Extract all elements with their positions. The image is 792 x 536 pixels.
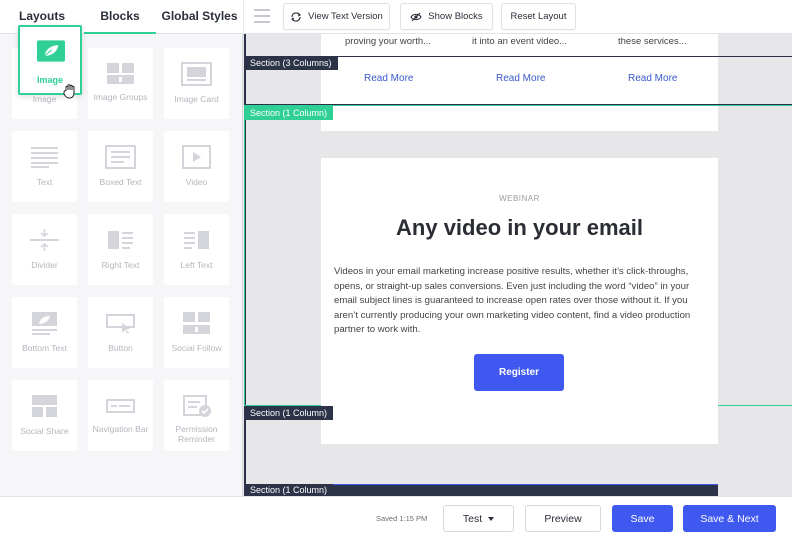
save-and-next-button[interactable]: Save & Next [683, 505, 776, 532]
block-divider[interactable]: Divider [12, 214, 77, 285]
view-text-version-button[interactable]: View Text Version [283, 3, 390, 30]
refresh-icon [291, 11, 302, 22]
read-more-link-1[interactable]: Read More [364, 73, 413, 84]
email-canvas: proving your worth... it into an event v… [244, 34, 792, 496]
show-blocks-button[interactable]: Show Blocks [400, 3, 493, 30]
block-permission-reminder[interactable]: Permission Reminder [164, 380, 229, 451]
block-navigation-bar[interactable]: Navigation Bar [88, 380, 153, 451]
preview-button[interactable]: Preview [525, 505, 601, 532]
navigation-bar-icon [105, 394, 136, 418]
block-image-card[interactable]: Image Card [164, 48, 229, 119]
read-more-link-2[interactable]: Read More [496, 73, 545, 84]
save-button[interactable]: Save [612, 505, 673, 532]
section-label-one-column-bottom[interactable]: Section (1 Column) [244, 406, 334, 420]
bottom-action-bar: Saved 1:15 PM Test Preview Save Save & N… [0, 496, 792, 536]
column-1-text: proving your worth... [345, 36, 432, 47]
block-text[interactable]: Text [12, 131, 77, 202]
video-icon [181, 145, 212, 169]
divider-icon [29, 228, 60, 252]
hamburger-menu-icon[interactable] [254, 9, 270, 23]
webinar-content: WEBINAR Any video in your email Videos i… [321, 158, 718, 444]
button-icon [105, 311, 136, 335]
boxed-text-icon [105, 145, 136, 169]
block-video[interactable]: Video [164, 131, 229, 202]
test-dropdown-button[interactable]: Test [443, 505, 514, 532]
block-left-text[interactable]: Left Text [164, 214, 229, 285]
bottom-text-icon [29, 311, 60, 335]
eye-slash-icon [410, 12, 422, 21]
caret-down-icon [488, 516, 495, 521]
column-2-text: it into an event video... [472, 36, 568, 47]
text-icon [29, 145, 60, 169]
social-follow-icon [181, 311, 212, 335]
tab-global-styles[interactable]: Global Styles [156, 0, 243, 34]
tab-blocks[interactable]: Blocks [84, 0, 156, 34]
reset-layout-button[interactable]: Reset Layout [501, 3, 576, 30]
read-more-link-3[interactable]: Read More [628, 73, 677, 84]
block-button[interactable]: Button [88, 297, 153, 368]
section-label-one-column-selected[interactable]: Section (1 Column) [244, 106, 334, 120]
block-right-text[interactable]: Right Text [88, 214, 153, 285]
webinar-title: Any video in your email [396, 215, 643, 240]
block-bottom-text[interactable]: Bottom Text [12, 297, 77, 368]
grab-hand-cursor-icon [63, 83, 77, 99]
saved-status: Saved 1:15 PM [376, 514, 428, 523]
block-boxed-text[interactable]: Boxed Text [88, 131, 153, 202]
permission-reminder-icon [181, 394, 212, 418]
left-text-icon [181, 228, 212, 252]
image-groups-icon [105, 62, 136, 86]
social-share-icon [29, 394, 60, 418]
webinar-kicker: WEBINAR [499, 194, 540, 203]
register-button[interactable]: Register [474, 354, 564, 391]
block-social-follow[interactable]: Social Follow [164, 297, 229, 368]
webinar-body: Videos in your email marketing increase … [334, 266, 691, 335]
column-3-text: these services... [618, 36, 687, 47]
image-icon [36, 39, 66, 63]
top-toolbar: View Text Version Show Blocks Reset Layo… [244, 0, 792, 34]
image-card-icon [181, 62, 212, 86]
left-panel: Layouts Blocks Global Styles Image Image… [0, 0, 243, 496]
block-image-groups[interactable]: Image Groups [88, 48, 153, 119]
block-social-share[interactable]: Social Share [12, 380, 77, 451]
right-text-icon [105, 228, 136, 252]
section-label-three-columns[interactable]: Section (3 Columns) [244, 56, 338, 70]
section-label-one-column-footer[interactable]: Section (1 Column) [244, 484, 334, 496]
